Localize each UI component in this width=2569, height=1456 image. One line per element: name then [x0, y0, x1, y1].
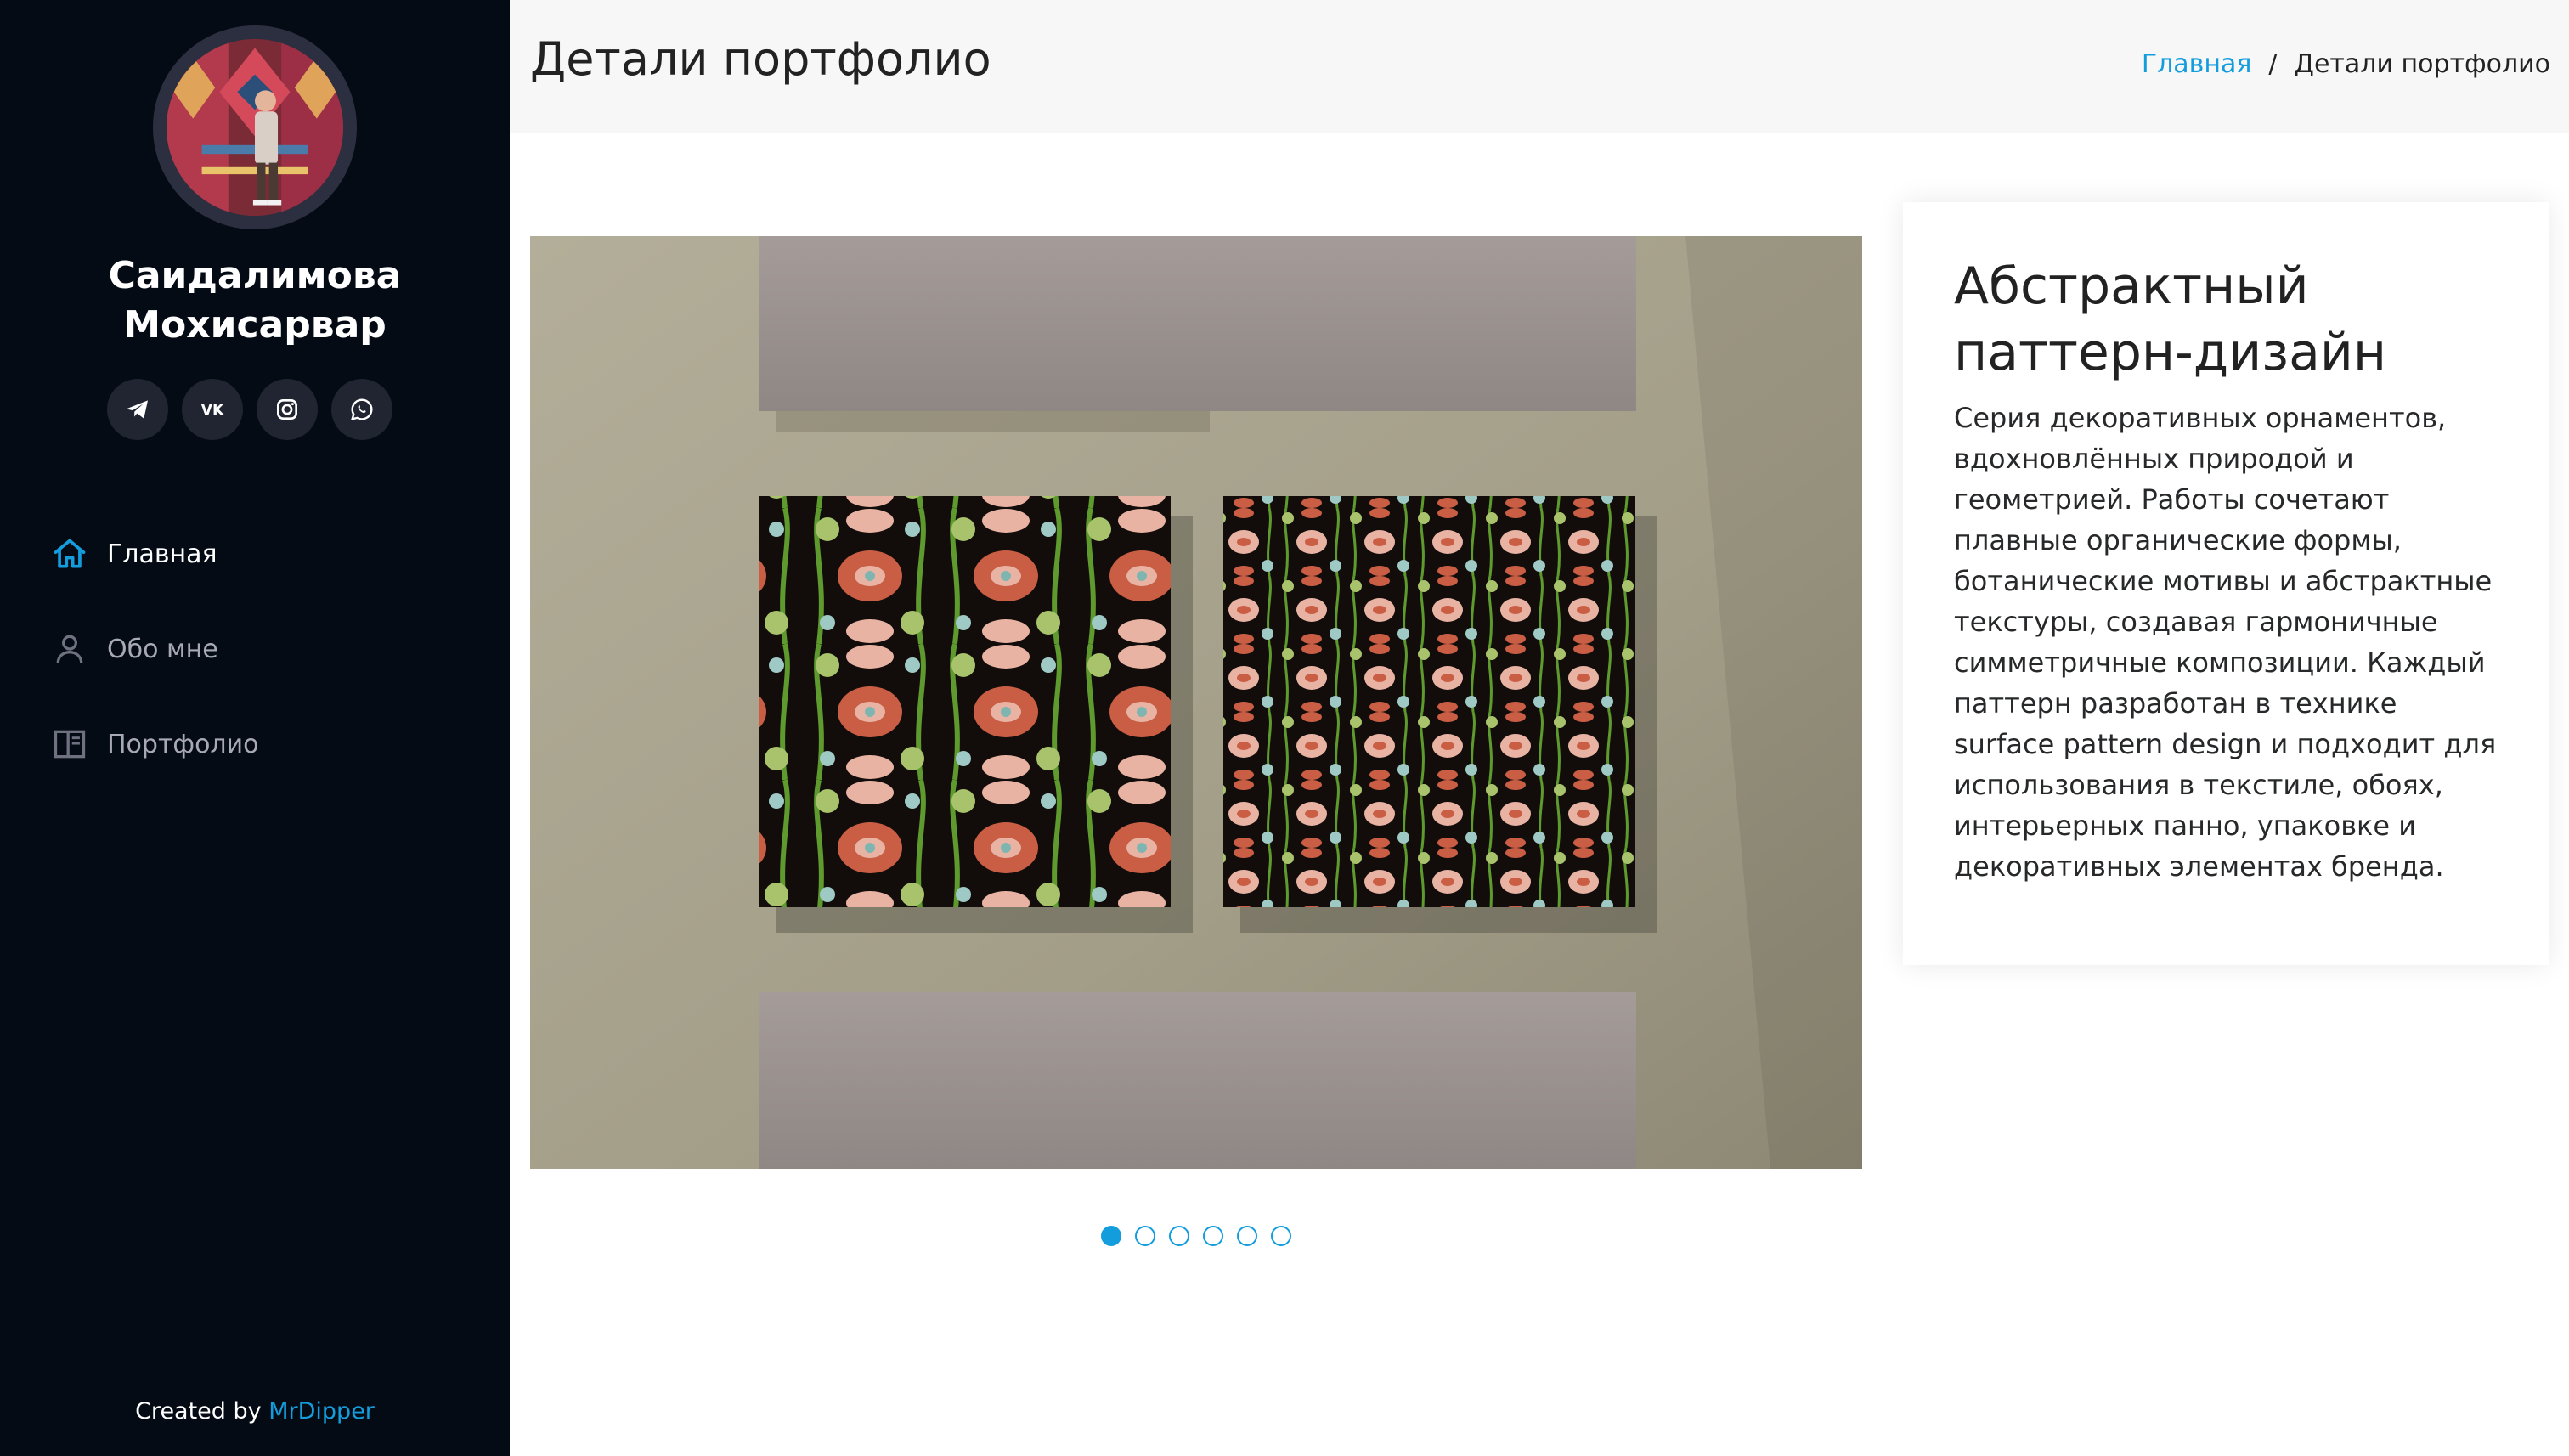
slider-dot-4[interactable] [1203, 1226, 1223, 1246]
portfolio-description: Серия декоративных орнаментов, вдохновлё… [1954, 402, 2497, 883]
breadcrumb-separator: / [2268, 49, 2278, 79]
slider-dot-3[interactable] [1169, 1226, 1189, 1246]
telegram-icon [126, 400, 148, 419]
social-links: VK [107, 379, 392, 440]
slider-pagination [1101, 1226, 1291, 1246]
profile-avatar [153, 25, 357, 229]
whatsapp-icon [350, 398, 373, 421]
person-icon [56, 635, 83, 663]
telegram-link[interactable] [107, 379, 168, 440]
breadcrumb: Главная / Детали портфолио [2142, 49, 2550, 79]
portfolio-slide-image[interactable] [530, 236, 1862, 1169]
home-icon [54, 539, 86, 568]
breadcrumb-home-link[interactable]: Главная [2142, 49, 2252, 79]
footer-credits: Created by MrDipper [0, 1398, 510, 1425]
slider-dot-2[interactable] [1135, 1226, 1155, 1246]
nav-item-home[interactable]: Главная [51, 506, 258, 601]
instagram-link[interactable] [257, 379, 318, 440]
nav-item-portfolio-label: Портфолио [107, 729, 259, 759]
vk-icon: VK [201, 403, 224, 420]
profile-name-last: Мохисарвар [123, 303, 387, 347]
vk-link[interactable]: VK [182, 379, 243, 440]
breadcrumb-current: Детали портфолио [2294, 49, 2550, 79]
portfolio-info-card: Абстрактный паттерн-дизайн Серия декорат… [1903, 202, 2549, 965]
whatsapp-link[interactable] [331, 379, 392, 440]
slider-dot-1[interactable] [1101, 1226, 1121, 1246]
nav-item-about-label: Обо мне [107, 634, 218, 664]
page-header: Детали портфолио Главная / Детали портфо… [510, 0, 2569, 133]
credits-prefix: Created by [135, 1398, 262, 1425]
profile-name-first: Саидалимова [108, 254, 402, 297]
profile-name: Саидалимова Мохисарвар [0, 251, 510, 350]
credits-link[interactable]: MrDipper [268, 1398, 375, 1425]
nav-item-home-label: Главная [107, 539, 217, 569]
nav-item-about[interactable]: Обо мне [51, 601, 258, 697]
slider-dot-6[interactable] [1271, 1226, 1291, 1246]
nav-item-portfolio[interactable]: Портфолио [51, 697, 258, 792]
instagram-icon [277, 399, 297, 420]
portfolio-icon [54, 730, 86, 759]
sidebar-nav: Главная Обо мне Портфолио [51, 506, 258, 792]
main-content: Детали портфолио Главная / Детали портфо… [510, 0, 2569, 1456]
page-title: Детали портфолио [530, 32, 991, 86]
portfolio-title: Абстрактный паттерн-дизайн [1954, 257, 2387, 382]
slider-dot-5[interactable] [1237, 1226, 1257, 1246]
svg-text:VK: VK [201, 403, 224, 420]
sidebar: Саидалимова Мохисарвар VK Главная Обо мн… [0, 0, 510, 1456]
